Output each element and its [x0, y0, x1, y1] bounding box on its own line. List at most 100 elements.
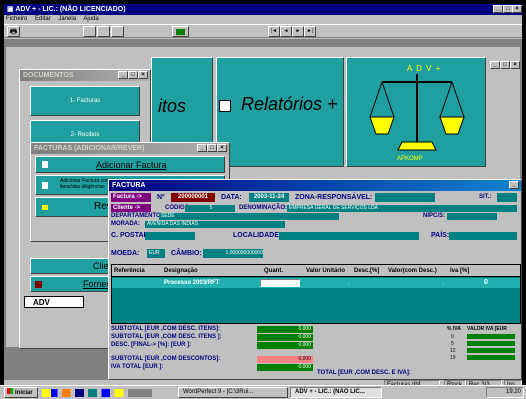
next-record-button[interactable]: ►	[292, 26, 304, 37]
panel-left-text: itos	[158, 96, 187, 116]
totals-area: SUBTOTAL [EUR ,COM DESC. ITENS]: 0.000 S…	[111, 326, 521, 381]
main-form-close-button[interactable]: ×	[510, 61, 520, 69]
application-window: ▣ ADV + - LIC.: (NÃO LICENCIADO) _ □ × F…	[0, 0, 526, 399]
menu-bar: Ficheiro Editar Janela Ajuda	[4, 15, 522, 24]
menu-editar[interactable]: Editar	[35, 16, 51, 22]
col-iva: Iva [%]	[450, 268, 470, 274]
menu-ajuda[interactable]: Ajuda	[83, 16, 98, 22]
iva-summary-table: % IVA VALOR IVA [EUR 0 5 12 19	[445, 326, 519, 368]
quick-launch-icons[interactable]	[42, 389, 152, 397]
adv-tab[interactable]: ADV	[24, 296, 84, 308]
pais-label: PAÍS:	[431, 232, 450, 239]
row-valor: .	[348, 279, 350, 286]
menu-ficheiro[interactable]: Ficheiro	[6, 16, 27, 22]
logo-panel: A D V + APKOMP	[346, 57, 486, 167]
iva-value-12	[467, 348, 515, 353]
app-title-bar: ▣ ADV + - LIC.: (NÃO LICENCIADO) _ □ ×	[4, 4, 522, 15]
taskbar-adv[interactable]: ADV + - LIC.: (NÃO LIC...	[290, 387, 382, 398]
numero-field[interactable]: 200000001	[171, 193, 215, 202]
denominacao-field[interactable]: EMPRESA GERAL DE SERVIÇOS LDA	[287, 205, 517, 212]
iva-total-value: 0.000	[257, 364, 313, 371]
factura-type-badge[interactable]: Factura ->	[111, 193, 151, 202]
desc-final-value[interactable]: 0.000	[257, 342, 313, 349]
iva-value-header: VALOR IVA [EUR	[467, 326, 507, 332]
exit-icon[interactable]	[172, 26, 189, 37]
facturas-button-label: 1- Facturas	[69, 98, 101, 104]
facturas-menu-title: FACTURAS (ADICIONAR/REVER)	[34, 145, 145, 152]
taskbar: Iniciar WordPerfect 9 - [C:\3Rui... ADV …	[0, 385, 526, 399]
facturas-menu-minimize-button[interactable]: _	[197, 144, 207, 152]
last-record-button[interactable]: ►|	[304, 26, 316, 37]
print-icon[interactable]: 🖶	[7, 26, 20, 37]
scales-of-justice-icon	[369, 74, 465, 151]
subtotal-descontos-value: 0.000	[257, 356, 313, 363]
iva-value-0	[467, 334, 515, 339]
data-field[interactable]: 2003-11-24	[249, 193, 289, 202]
cliente-badge[interactable]: Cliente ->	[111, 204, 151, 212]
documentos-minimize-button[interactable]: _	[118, 71, 128, 79]
codigo-field[interactable]: 5	[185, 205, 235, 212]
nipc-field[interactable]	[447, 213, 497, 220]
departamento-field[interactable]: SEDE	[159, 213, 339, 220]
localidade-label: LOCALIDADE:	[233, 232, 282, 239]
facturas-menu-close-button[interactable]: ×	[217, 144, 227, 152]
facturas-menu-maximize-button[interactable]: □	[207, 144, 217, 152]
items-header: Referência Designação Quant. Valor Unitá…	[112, 265, 520, 277]
documentos-close-button[interactable]: ×	[138, 71, 148, 79]
sit-label: SIT.:	[479, 194, 492, 200]
facturas-button[interactable]: 1- Facturas	[30, 86, 140, 116]
cambio-field[interactable]: 1,000000000000	[203, 249, 263, 258]
adicionar-factura-label: Adicionar Factura	[96, 160, 167, 170]
desc-final-label: DESC. [FINAL-> [%]: [EUR ]:	[111, 342, 192, 348]
truck-icon	[35, 281, 42, 288]
start-button[interactable]: Iniciar	[4, 387, 38, 398]
total-label: TOTAL [EUR ,COM DESC. E IVA]:	[317, 370, 411, 376]
col-designacao: Designação	[164, 268, 198, 274]
calculator-icon[interactable]	[83, 26, 96, 37]
iva-rate-0: 0	[451, 334, 454, 340]
col-valor-unitario: Valor Unitário	[306, 268, 346, 274]
review-icon	[42, 205, 48, 210]
folder-icon[interactable]	[97, 26, 110, 37]
iva-rate-12: 12	[450, 348, 456, 354]
adicionar-factura-button[interactable]: Adicionar Factura	[35, 156, 225, 173]
prev-record-button[interactable]: ◄	[280, 26, 292, 37]
iva-rate-19: 19	[450, 355, 456, 361]
app-close-button[interactable]: ×	[512, 5, 522, 13]
col-desc: Desc.[%]	[354, 268, 380, 274]
app-minimize-button[interactable]: _	[493, 5, 503, 13]
row-quant-input[interactable]: .	[260, 279, 300, 287]
system-tray: 19:20	[486, 387, 524, 398]
taskbar-adv-label: ADV + - LIC.: (NÃO LIC...	[295, 389, 365, 395]
pais-field[interactable]	[449, 232, 517, 240]
recibos-button-label: 2- Recibos	[70, 132, 100, 138]
menu-janela[interactable]: Janela	[58, 16, 76, 22]
clock: 19:20	[505, 389, 521, 395]
sit-field[interactable]	[497, 193, 517, 202]
first-record-button[interactable]: |◄	[268, 26, 280, 37]
chart-icon	[219, 100, 231, 112]
subtotal-itens2-label: SUBTOTAL [EUR ,COM DESC. ITENS ]:	[111, 334, 222, 340]
iva-rate-5: 5	[451, 341, 454, 347]
main-form-maximize-button[interactable]: □	[500, 61, 510, 69]
subtotal-descontos-label: SUBTOTAL [EUR ,COM DESCONTOS]:	[111, 356, 221, 362]
zona-field[interactable]	[375, 193, 435, 202]
main-form-minimize-button[interactable]: _	[490, 61, 500, 69]
subtotal-itens-value: 0.000	[257, 326, 313, 333]
taskbar-wordperfect[interactable]: WordPerfect 9 - [C:\3Rui...	[178, 387, 288, 398]
taskbar-wordperfect-label: WordPerfect 9 - [C:\3Rui...	[183, 389, 254, 395]
row-designacao: Processo 2003/RFT	[164, 280, 220, 286]
cpostal-field[interactable]	[145, 232, 195, 240]
localidade-field[interactable]	[279, 232, 419, 240]
iva-total-label: IVA TOTAL [EUR ]:	[111, 364, 164, 370]
moeda-field[interactable]: EUR	[147, 249, 165, 258]
iva-value-19	[467, 355, 515, 360]
nipc-label: NIPC/S:	[423, 213, 446, 219]
morada-field[interactable]: AVENIDA DAS INDIAS	[145, 221, 285, 228]
factura-minimize-button[interactable]: _	[509, 181, 519, 189]
iva-value-5	[467, 341, 515, 346]
relatorios-panel[interactable]: Relatórios +	[216, 57, 344, 167]
table-row[interactable]: Processo 2003/RFT . . . 0	[112, 278, 520, 288]
window-icon[interactable]	[111, 26, 124, 37]
documentos-maximize-button[interactable]: □	[128, 71, 138, 79]
